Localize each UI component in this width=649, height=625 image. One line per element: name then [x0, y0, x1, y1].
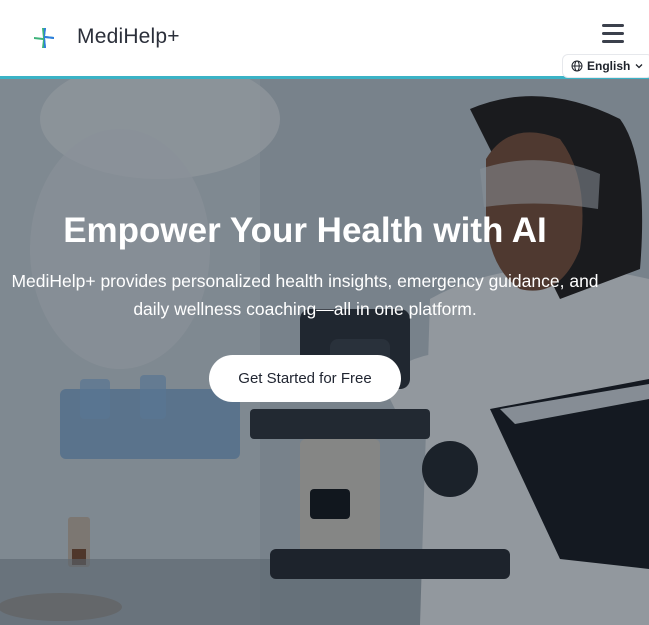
medical-cross-icon[interactable] — [32, 26, 56, 50]
hamburger-menu-icon — [602, 24, 624, 28]
hero-subtitle: MediHelp+ provides personalized health i… — [11, 271, 599, 319]
brand-name[interactable]: MediHelp+ — [77, 25, 180, 49]
hamburger-line — [602, 32, 624, 36]
hero-title: Empower Your Health with AI — [63, 211, 547, 250]
get-started-button[interactable]: Get Started for Free — [209, 355, 401, 402]
hamburger-line — [602, 40, 624, 44]
menu-button[interactable] — [600, 22, 626, 46]
language-selector[interactable]: English — [562, 54, 649, 78]
globe-icon — [571, 60, 583, 72]
hero-section: Empower Your Health with AI MediHelp+ pr… — [0, 79, 649, 625]
hero-dark-overlay — [0, 79, 649, 625]
language-label: English — [587, 59, 631, 73]
chevron-down-icon — [635, 64, 643, 69]
site-header: MediHelp+ English — [0, 0, 649, 79]
